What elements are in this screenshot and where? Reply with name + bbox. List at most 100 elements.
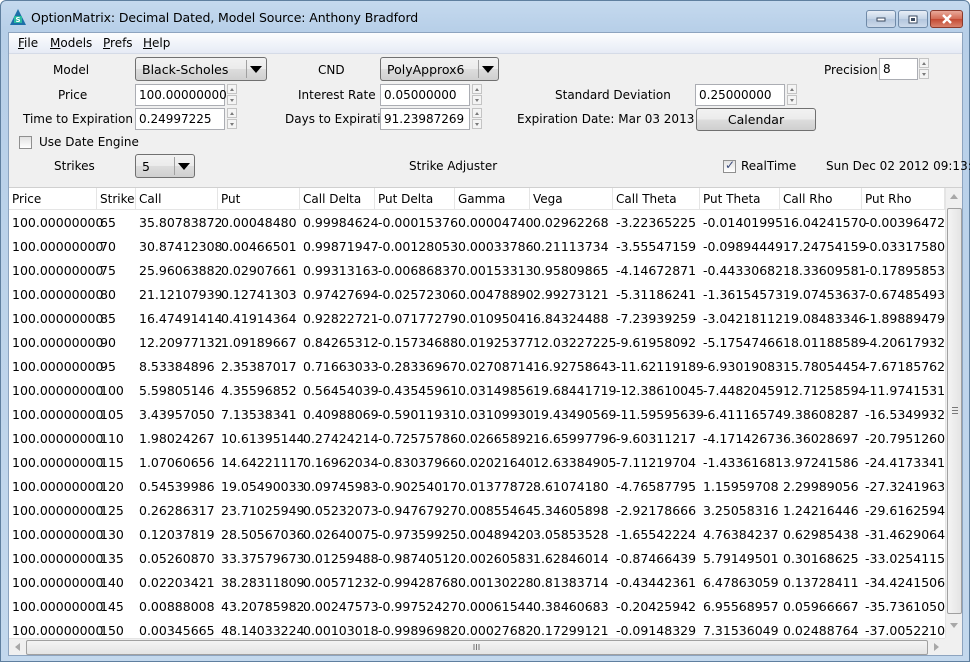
scroll-right-icon[interactable]	[934, 643, 939, 651]
model-select[interactable]: Black-Scholes	[135, 57, 267, 81]
menu-models-accel: M	[50, 36, 61, 50]
spin-down-icon[interactable]	[472, 95, 482, 105]
column-header-put-rho[interactable]: Put Rho	[862, 188, 945, 210]
menu-models[interactable]: Models	[50, 36, 92, 50]
cell-put: 0.41914364	[221, 311, 297, 326]
scroll-down-icon[interactable]	[950, 623, 958, 628]
scroll-up-icon[interactable]	[950, 194, 958, 199]
minimize-icon	[876, 17, 886, 22]
chevron-down-icon	[250, 66, 262, 73]
table-row[interactable]: 100.00000000 145 0.00888008 43.20785982 0.00…	[9, 595, 945, 619]
calendar-button[interactable]: Calendar	[696, 108, 816, 131]
cell-call: 25.96063882	[139, 263, 223, 278]
column-header-call-delta[interactable]: Call Delta	[300, 188, 375, 210]
close-button[interactable]	[930, 10, 963, 28]
time-to-expiration-spinbox[interactable]: 0.24997225	[135, 108, 237, 130]
column-header-call-theta[interactable]: Call Theta	[613, 188, 700, 210]
spin-down-icon[interactable]	[919, 69, 929, 79]
minimize-button[interactable]	[866, 10, 896, 28]
cell-gamma: 0.00260583	[458, 551, 534, 566]
spin-down-icon[interactable]	[227, 95, 237, 105]
cell-put-rho: -11.97415318	[865, 383, 945, 398]
cell-price: 100.00000000	[12, 239, 104, 254]
std-dev-spinbox[interactable]: 0.25000000	[695, 84, 797, 106]
cell-price: 100.00000000	[12, 263, 104, 278]
precision-spinbox[interactable]: 8	[879, 58, 929, 80]
cell-call-theta: -3.22365225	[616, 215, 697, 230]
column-header-gamma[interactable]: Gamma	[455, 188, 530, 210]
table-row[interactable]: 100.00000000 150 0.00345665 48.14033224 0.00…	[9, 619, 945, 639]
scroll-left-icon[interactable]	[15, 643, 20, 651]
column-header-put[interactable]: Put	[218, 188, 300, 210]
spin-up-icon[interactable]	[227, 84, 237, 94]
cell-put-rho: -35.73610506	[865, 599, 945, 614]
horizontal-scroll-thumb[interactable]	[26, 640, 928, 655]
cell-put-delta: -0.99752427	[378, 599, 459, 614]
table-row[interactable]: 100.00000000 75 25.96063882 0.02907661 0.993…	[9, 259, 945, 283]
table-row[interactable]: 100.00000000 65 35.80783872 0.00048480 0.999…	[9, 211, 945, 235]
column-header-call[interactable]: Call	[136, 188, 218, 210]
days-to-expiration-label: Days to Expiration	[285, 112, 396, 126]
cell-call-delta: 0.00103018	[303, 623, 379, 638]
table-row[interactable]: 100.00000000 70 30.87412308 0.00466501 0.998…	[9, 235, 945, 259]
cell-call: 0.54539986	[139, 479, 215, 494]
cell-strike: 125	[100, 503, 124, 518]
table-row[interactable]: 100.00000000 105 3.43957050 7.13538341 0.409…	[9, 403, 945, 427]
table-row[interactable]: 100.00000000 120 0.54539986 19.05490033 0.09…	[9, 475, 945, 499]
cell-put: 14.64221117	[221, 455, 305, 470]
spin-down-icon[interactable]	[472, 119, 482, 129]
interest-rate-field[interactable]: 0.05000000	[380, 84, 470, 106]
price-field[interactable]: 100.00000000	[135, 84, 227, 106]
precision-field[interactable]: 8	[879, 58, 918, 80]
menu-file[interactable]: File	[18, 36, 38, 50]
spin-up-icon[interactable]	[472, 84, 482, 94]
table-row[interactable]: 100.00000000 110 1.98024267 10.61395144 0.27…	[9, 427, 945, 451]
cell-price: 100.00000000	[12, 431, 104, 446]
spin-up-icon[interactable]	[472, 108, 482, 118]
table-row[interactable]: 100.00000000 135 0.05260870 33.37579673 0.01…	[9, 547, 945, 571]
table-row[interactable]: 100.00000000 95 8.53384896 2.35387017 0.7166…	[9, 355, 945, 379]
menu-help[interactable]: Help	[143, 36, 170, 50]
table-row[interactable]: 100.00000000 85 16.47491414 0.41914364 0.928…	[9, 307, 945, 331]
spin-up-icon[interactable]	[227, 108, 237, 118]
cell-vega: 2.99273121	[533, 287, 609, 302]
menu-prefs[interactable]: Prefs	[103, 36, 133, 50]
spin-down-icon[interactable]	[227, 119, 237, 129]
column-header-vega[interactable]: Vega	[530, 188, 613, 210]
time-to-expiration-field[interactable]: 0.24997225	[135, 108, 225, 130]
table-row[interactable]: 100.00000000 125 0.26286317 23.71025949 0.05…	[9, 499, 945, 523]
cell-call-theta: -3.55547159	[616, 239, 697, 254]
price-spinbox[interactable]: 100.00000000	[135, 84, 237, 106]
table-row[interactable]: 100.00000000 80 21.12107939 0.12741303 0.974…	[9, 283, 945, 307]
column-header-strike[interactable]: Strike	[97, 188, 136, 210]
menu-file-label: ile	[24, 36, 39, 50]
spin-up-icon[interactable]	[919, 58, 929, 68]
days-to-expiration-field[interactable]: 91.23987269	[380, 108, 470, 130]
strikes-select[interactable]: 5	[135, 154, 195, 178]
cell-put-delta: -0.07177279	[378, 311, 459, 326]
column-header-price[interactable]: Price	[9, 188, 97, 210]
strike-adjuster-label: Strike Adjuster	[409, 159, 498, 173]
column-header-call-rho[interactable]: Call Rho	[780, 188, 862, 210]
vertical-scrollbar[interactable]	[945, 188, 962, 639]
spin-up-icon[interactable]	[787, 84, 797, 94]
title-bar[interactable]: S OptionMatrix: Decimal Dated, Model Sou…	[1, 1, 969, 33]
table-row[interactable]: 100.00000000 115 1.07060656 14.64221117 0.16…	[9, 451, 945, 475]
interest-rate-spinbox[interactable]: 0.05000000	[380, 84, 482, 106]
horizontal-scrollbar[interactable]	[9, 638, 945, 655]
days-to-expiration-spinbox[interactable]: 91.23987269	[380, 108, 482, 130]
vertical-scroll-thumb[interactable]	[947, 208, 962, 614]
spin-down-icon[interactable]	[787, 95, 797, 105]
table-row[interactable]: 100.00000000 140 0.02203421 38.28311809 0.00…	[9, 571, 945, 595]
maximize-button[interactable]	[898, 10, 928, 28]
table-row[interactable]: 100.00000000 90 12.20977132 1.09189667 0.842…	[9, 331, 945, 355]
column-header-put-theta[interactable]: Put Theta	[700, 188, 780, 210]
column-header-put-delta[interactable]: Put Delta	[375, 188, 455, 210]
table-row[interactable]: 100.00000000 100 5.59805146 4.35596852 0.564…	[9, 379, 945, 403]
realtime-checkbox[interactable]	[723, 158, 736, 173]
table-row[interactable]: 100.00000000 130 0.12037819 28.50567036 0.02…	[9, 523, 945, 547]
use-date-engine-checkbox[interactable]	[19, 136, 32, 149]
time-to-expiration-label: Time to Expiration	[23, 112, 133, 126]
std-dev-field[interactable]: 0.25000000	[695, 84, 785, 106]
cnd-select[interactable]: PolyApprox6	[380, 57, 499, 81]
